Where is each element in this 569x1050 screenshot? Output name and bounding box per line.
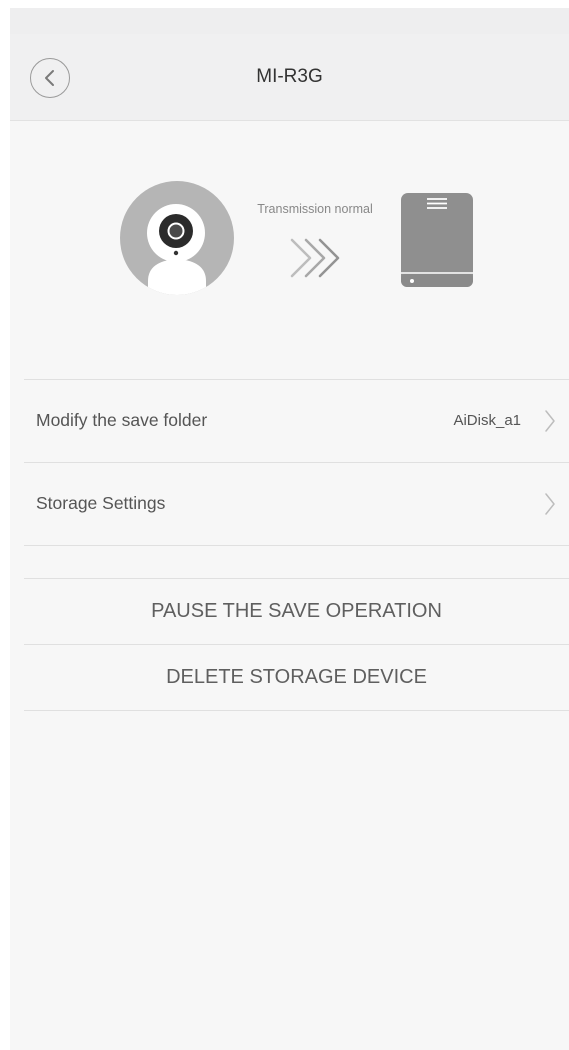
chevron-right-icon	[545, 493, 555, 515]
hard-drive-icon	[401, 193, 473, 287]
triple-chevron-right-icon	[290, 238, 340, 278]
storage-settings-row[interactable]: Storage Settings	[24, 463, 569, 545]
top-app-bar: MI-R3G	[10, 34, 569, 121]
chevron-right-icon	[545, 410, 555, 432]
status-bar	[10, 8, 569, 34]
save-folder-label: Modify the save folder	[36, 410, 208, 430]
delete-storage-device-button[interactable]: DELETE STORAGE DEVICE	[24, 645, 569, 709]
storage-settings-label: Storage Settings	[36, 493, 166, 513]
page-title: MI-R3G	[256, 66, 323, 87]
security-camera-icon	[147, 204, 206, 295]
divider	[24, 710, 569, 711]
transmission-status-text: Transmission normal	[257, 202, 373, 216]
modify-save-folder-row[interactable]: Modify the save folder AiDisk_a1	[24, 380, 569, 462]
pause-save-operation-button[interactable]: PAUSE THE SAVE OPERATION	[24, 579, 569, 643]
transmission-status-panel: Transmission normal	[10, 121, 569, 379]
camera-avatar	[120, 181, 234, 295]
app-screen: MI-R3G Transmission normal Modify the sa…	[10, 8, 569, 1050]
divider	[24, 545, 569, 546]
save-folder-value: AiDisk_a1	[453, 412, 521, 429]
